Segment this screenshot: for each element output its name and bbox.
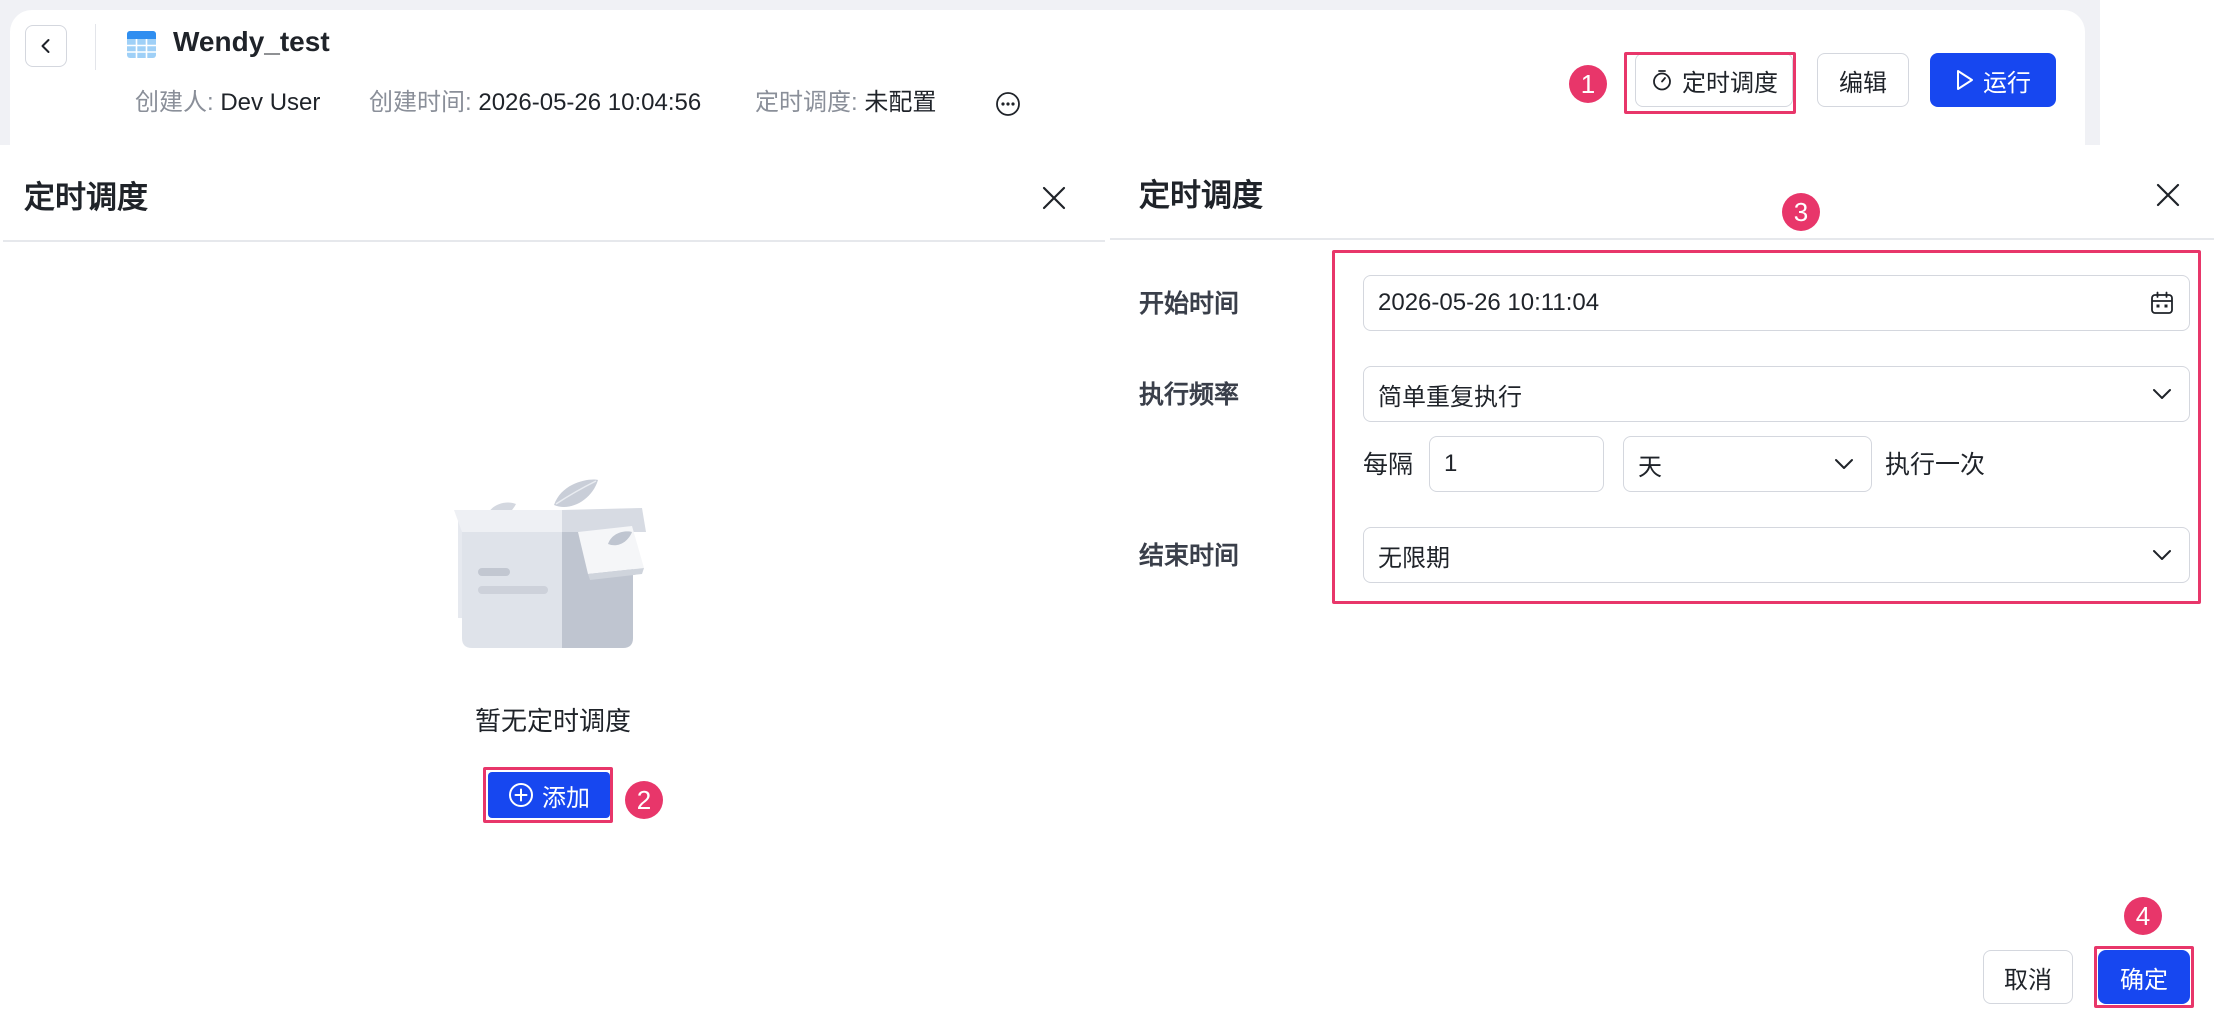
- right-panel-divider: [1110, 238, 2214, 240]
- schedule-status-value: 未配置: [864, 89, 937, 116]
- empty-box-illustration: [454, 479, 646, 648]
- schedule-meta: 定时调度: 未配置: [755, 88, 936, 118]
- cancel-button[interactable]: 取消: [1983, 950, 2073, 1004]
- right-panel-title: 定时调度: [1139, 178, 1263, 213]
- frequency-label: 执行频率: [1139, 381, 1240, 409]
- created-time-meta: 创建时间: 2026-05-26 10:04:56: [369, 88, 701, 118]
- step-badge-2: 2: [625, 781, 663, 819]
- chevron-down-icon: [1835, 459, 1853, 469]
- creator-value: Dev User: [220, 89, 321, 116]
- created-time-value: 2026-05-26 10:04:56: [478, 89, 702, 116]
- created-time-label: 创建时间:: [369, 89, 472, 116]
- schedule-status-label: 定时调度:: [755, 89, 858, 116]
- chevron-down-icon: [2153, 389, 2171, 399]
- interval-value: 1: [1444, 450, 1458, 477]
- left-panel-divider: [3, 240, 1105, 242]
- creator-meta: 创建人: Dev User: [135, 88, 320, 118]
- empty-state-text: 暂无定时调度: [475, 706, 632, 736]
- schedule-button-label: 定时调度: [1682, 69, 1778, 97]
- end-time-value: 无限期: [1378, 544, 1450, 572]
- start-time-label: 开始时间: [1139, 290, 1240, 318]
- step-badge-4: 4: [2124, 897, 2162, 935]
- every-label: 每隔: [1363, 451, 1414, 479]
- interval-input[interactable]: 1: [1429, 436, 1604, 492]
- step-badge-1: 1: [1569, 65, 1607, 103]
- confirm-button[interactable]: 确定: [2098, 950, 2190, 1004]
- stopwatch-icon: [1653, 70, 1671, 91]
- header-divider: [95, 24, 96, 70]
- schedule-button[interactable]: 定时调度: [1635, 53, 1793, 107]
- calendar-icon[interactable]: [2149, 290, 2175, 316]
- add-schedule-button[interactable]: 添加: [488, 772, 610, 818]
- step-badge-3: 3: [1782, 193, 1820, 231]
- play-icon: [1957, 70, 1973, 90]
- plus-circle-icon: [509, 783, 533, 807]
- table-icon: [127, 31, 156, 58]
- edit-button[interactable]: 编辑: [1817, 53, 1909, 107]
- execute-once-label: 执行一次: [1885, 451, 1986, 479]
- interval-unit-select[interactable]: 天: [1623, 436, 1872, 492]
- start-time-input[interactable]: 2026-05-26 10:11:04: [1363, 275, 2190, 331]
- chevron-down-icon: [2153, 550, 2171, 560]
- frequency-select[interactable]: 简单重复执行: [1363, 366, 2190, 422]
- end-time-select[interactable]: 无限期: [1363, 527, 2190, 583]
- more-icon[interactable]: [995, 91, 1021, 117]
- interval-unit-value: 天: [1638, 453, 1662, 481]
- run-button[interactable]: 运行: [1930, 53, 2056, 107]
- add-button-label: 添加: [542, 784, 590, 812]
- page-title: Wendy_test: [173, 26, 330, 57]
- back-button[interactable]: [25, 25, 67, 67]
- frequency-value: 简单重复执行: [1378, 383, 1522, 411]
- creator-label: 创建人:: [135, 89, 214, 116]
- run-button-label: 运行: [1983, 69, 2031, 97]
- start-time-value: 2026-05-26 10:11:04: [1378, 289, 1600, 316]
- back-icon: [41, 39, 50, 53]
- close-icon[interactable]: [2152, 179, 2184, 211]
- end-time-label: 结束时间: [1139, 542, 1240, 570]
- left-panel-title: 定时调度: [24, 180, 148, 215]
- close-icon[interactable]: [1038, 182, 1070, 214]
